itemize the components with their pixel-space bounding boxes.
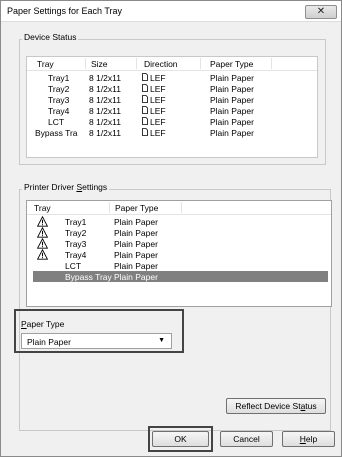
- title-bar: Paper Settings for Each Tray ✕: [1, 1, 341, 22]
- tray-name: LCT: [65, 261, 82, 271]
- size-value: 8 1/2x11: [89, 128, 121, 138]
- direction-value: LEF: [150, 106, 166, 116]
- size-value: 8 1/2x11: [89, 84, 121, 94]
- col-paper-type: Paper Type: [210, 59, 254, 69]
- col-size: Size: [91, 59, 108, 69]
- list-item[interactable]: Tray4 Plain Paper: [27, 249, 331, 260]
- list-item[interactable]: Tray2 Plain Paper: [27, 227, 331, 238]
- close-icon: ✕: [316, 6, 326, 17]
- warning-icon: [37, 249, 48, 260]
- portrait-page-icon: [142, 73, 148, 81]
- portrait-page-icon: [142, 84, 148, 92]
- tray-name: Bypass Tra: [35, 128, 78, 138]
- size-value: 8 1/2x11: [89, 117, 121, 127]
- tray-name: Tray4: [48, 106, 70, 116]
- close-button[interactable]: ✕: [305, 5, 337, 19]
- paper-type-value: Plain Paper: [114, 239, 158, 249]
- paper-type-value: Plain Paper: [210, 128, 254, 138]
- col-tray: Tray: [37, 59, 54, 69]
- paper-type-value: Plain Paper: [210, 73, 254, 83]
- portrait-page-icon: [142, 95, 148, 103]
- device-status-header: Tray Size Direction Paper Type: [27, 57, 317, 71]
- direction-value: LEF: [150, 95, 166, 105]
- reflect-device-status-button[interactable]: Reflect Device St a tus: [226, 398, 326, 414]
- paper-type-label: Paper Type: [21, 319, 65, 329]
- portrait-page-icon: [142, 128, 148, 136]
- paper-type-value: Plain Paper: [210, 84, 254, 94]
- device-status-label: Device Status: [22, 32, 79, 42]
- paper-type-value: Plain Paper: [114, 217, 158, 227]
- list-item[interactable]: Tray3 Plain Paper: [27, 238, 331, 249]
- warning-icon: [37, 238, 48, 249]
- driver-settings-label: Printer Driver Settings: [22, 182, 110, 192]
- list-item[interactable]: Bypass Tra 8 1/2x11 LEF Plain Paper: [27, 127, 317, 138]
- warning-icon: [37, 227, 48, 238]
- window-title: Paper Settings for Each Tray: [7, 6, 123, 16]
- size-value: 8 1/2x11: [89, 95, 121, 105]
- warning-icon: [37, 216, 48, 227]
- list-item[interactable]: Tray4 8 1/2x11 LEF Plain Paper: [27, 105, 317, 116]
- help-button[interactable]: Help: [282, 431, 335, 447]
- tray-name: Tray3: [48, 95, 70, 105]
- tray-name: Tray3: [65, 239, 87, 249]
- paper-type-value: Plain Paper: [114, 272, 158, 282]
- ok-button[interactable]: OK: [152, 431, 209, 447]
- list-item[interactable]: Tray2 8 1/2x11 LEF Plain Paper: [27, 83, 317, 94]
- tray-name: Tray2: [65, 228, 87, 238]
- list-item[interactable]: LCT 8 1/2x11 LEF Plain Paper: [27, 116, 317, 127]
- paper-type-value: Plain Paper: [210, 95, 254, 105]
- device-status-list[interactable]: Tray Size Direction Paper Type Tray1 8 1…: [26, 56, 318, 158]
- tray-name: Bypass Tray: [65, 272, 112, 282]
- tray-name: LCT: [48, 117, 65, 127]
- list-item[interactable]: Tray3 8 1/2x11 LEF Plain Paper: [27, 94, 317, 105]
- driver-settings-header: Tray Paper Type: [27, 201, 331, 215]
- paper-type-value: Plain Paper: [210, 117, 254, 127]
- tray-name: Tray1: [48, 73, 70, 83]
- portrait-page-icon: [142, 106, 148, 114]
- col-paper-type: Paper Type: [115, 203, 159, 213]
- direction-value: LEF: [150, 73, 166, 83]
- direction-value: LEF: [150, 117, 166, 127]
- list-item[interactable]: Tray1 Plain Paper: [27, 216, 331, 227]
- size-value: 8 1/2x11: [89, 73, 121, 83]
- direction-value: LEF: [150, 128, 166, 138]
- tray-name: Tray4: [65, 250, 87, 260]
- driver-settings-list[interactable]: Tray Paper Type Tray1 Plain Paper Tray2 …: [26, 200, 332, 307]
- paper-type-value: Plain Paper: [114, 261, 158, 271]
- paper-type-selected-value: Plain Paper: [27, 337, 71, 347]
- list-item[interactable]: LCT Plain Paper: [27, 260, 331, 271]
- size-value: 8 1/2x11: [89, 106, 121, 116]
- col-direction: Direction: [144, 59, 178, 69]
- paper-type-value: Plain Paper: [114, 250, 158, 260]
- paper-type-dropdown[interactable]: Plain Paper ▼: [21, 333, 172, 349]
- paper-settings-dialog: Paper Settings for Each Tray ✕ Device St…: [0, 0, 342, 457]
- direction-value: LEF: [150, 84, 166, 94]
- list-item[interactable]: Tray1 8 1/2x11 LEF Plain Paper: [27, 72, 317, 83]
- list-item-selected[interactable]: Bypass Tray Plain Paper: [33, 271, 328, 282]
- cancel-button[interactable]: Cancel: [220, 431, 273, 447]
- chevron-down-icon: ▼: [158, 337, 165, 344]
- paper-type-value: Plain Paper: [210, 106, 254, 116]
- tray-name: Tray1: [65, 217, 87, 227]
- portrait-page-icon: [142, 117, 148, 125]
- col-tray: Tray: [34, 203, 51, 213]
- paper-type-value: Plain Paper: [114, 228, 158, 238]
- tray-name: Tray2: [48, 84, 70, 94]
